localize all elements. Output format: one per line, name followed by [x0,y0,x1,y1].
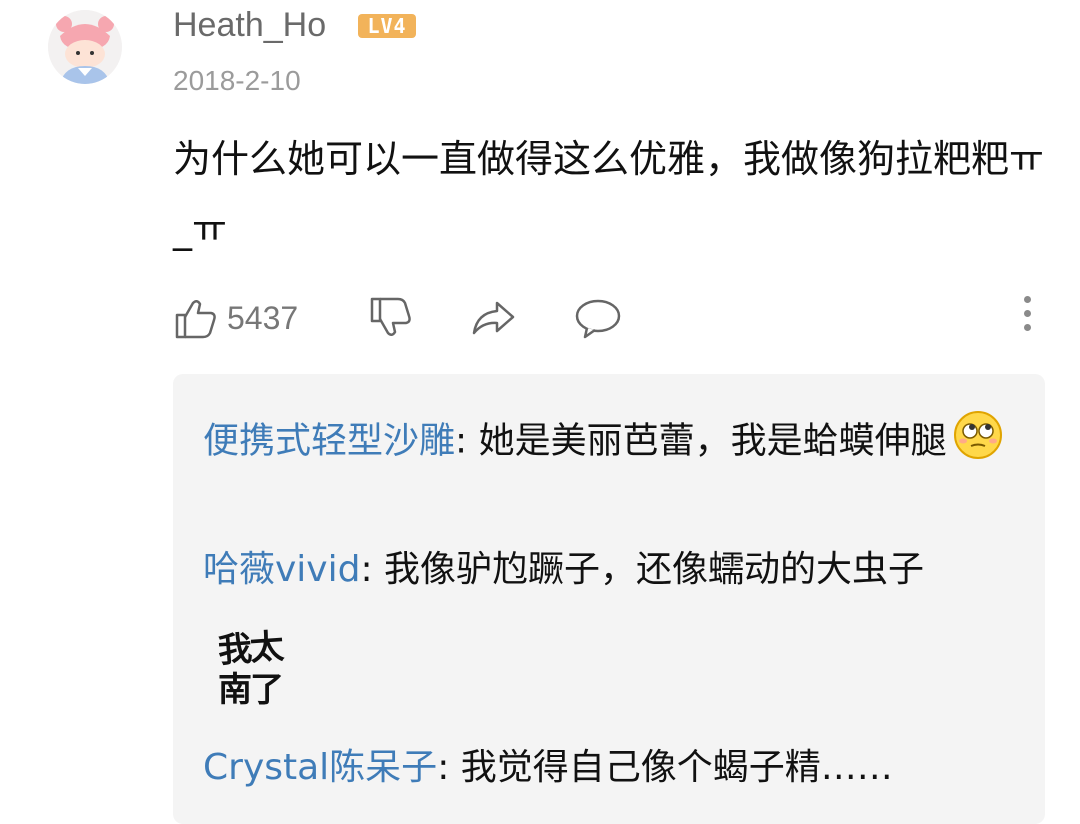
sticker-line: 南了 [218,670,284,710]
like-count: 5437 [227,299,299,336]
eyes-roll-emoji [953,410,1003,475]
reply-item: 便携式轻型沙雕: 她是美丽芭蕾，我是蛤蟆伸腿 [203,410,1003,475]
comment-text: 为什么她可以一直做得这么优雅，我做像狗拉粑粑ㅠ_ㅠ [173,137,1044,251]
comment-actions: 5437 [173,290,1053,350]
level-badge: LV4 [358,14,416,38]
more-icon[interactable] [1015,296,1039,338]
sticker-line: 我太 [216,626,284,672]
thumbs-down-icon [370,297,411,336]
reply-bubble-icon [575,299,621,339]
dislike-button[interactable] [368,290,414,346]
reply-author[interactable]: 便携式轻型沙雕 [203,421,455,462]
avatar[interactable] [48,10,122,84]
reply-text: 她是美丽芭蕾，我是蛤蟆伸腿 [478,420,947,462]
reply-item: 哈薇vivid: 我像驴尥蹶子，还像蠕动的大虫子 [203,549,925,590]
share-icon [472,301,515,335]
reply-button[interactable] [573,290,623,346]
like-button[interactable]: 5437 [173,290,298,346]
comment-date: 2018-2-10 [173,65,301,96]
reply-author[interactable]: Crystal陈呆子 [203,747,437,788]
thumbs-up-icon [175,300,216,339]
replies-panel: 便携式轻型沙雕: 她是美丽芭蕾，我是蛤蟆伸腿 哈薇vivid: 我像驴尥蹶子，还… [173,374,1045,824]
avatar-cartoon-girl [48,10,122,84]
reply-text: 我像驴尥蹶子，还像蠕动的大虫子 [384,549,925,590]
reply-item: Crystal陈呆子: 我觉得自己像个蝎子精…… [203,747,893,788]
reply-author[interactable]: 哈薇vivid [203,549,360,590]
sticker-image: 我太 南了 [216,626,308,720]
share-button[interactable] [469,290,519,346]
reply-text: 我觉得自己像个蝎子精…… [460,747,893,788]
username[interactable]: Heath_Ho [173,4,326,46]
